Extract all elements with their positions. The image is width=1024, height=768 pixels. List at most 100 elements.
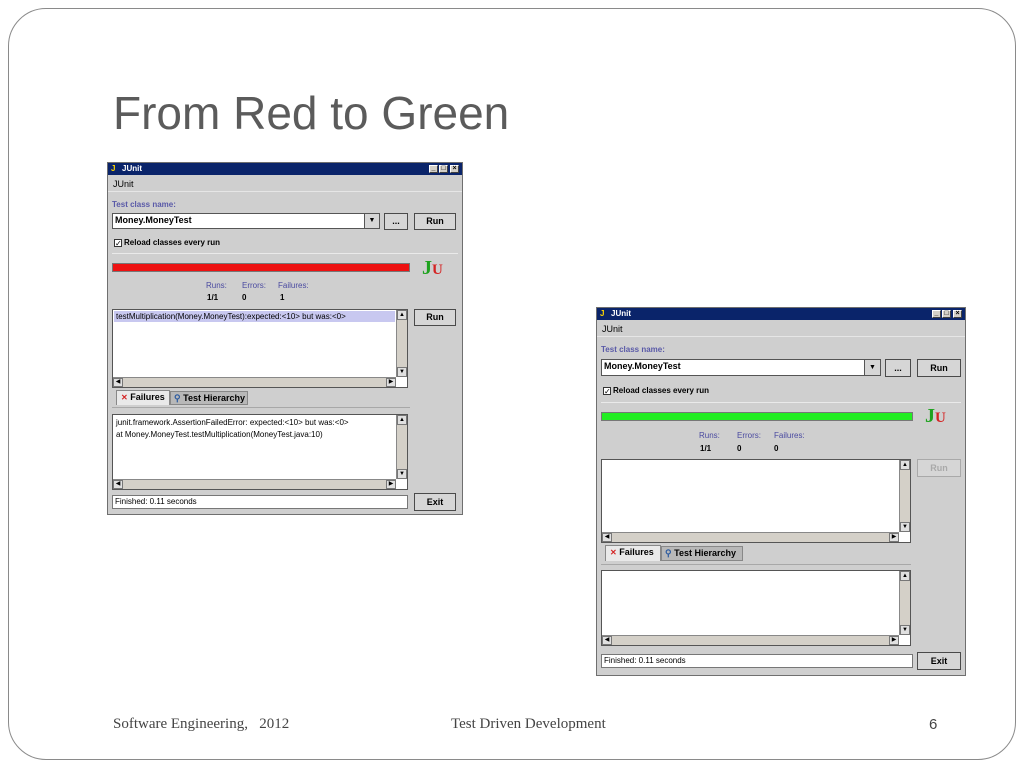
status-bar: Finished: 0.11 seconds: [601, 654, 913, 668]
test-class-value: Money.MoneyTest: [115, 215, 192, 225]
horizontal-scrollbar[interactable]: ◀ ▶: [113, 479, 396, 489]
errors-label: Errors:: [242, 281, 266, 290]
failure-list[interactable]: ▲ ▼ ◀ ▶: [601, 459, 911, 543]
runs-label: Runs:: [699, 431, 720, 440]
scroll-left-icon[interactable]: ◀: [113, 378, 123, 387]
scroll-down-icon[interactable]: ▼: [900, 625, 910, 635]
menu-junit[interactable]: JUnit: [113, 179, 134, 189]
scroll-up-icon[interactable]: ▲: [397, 415, 407, 425]
window-titlebar: J JUnit _ □ ×: [597, 308, 965, 320]
scroll-up-icon[interactable]: ▲: [900, 571, 910, 581]
junit-window-failing: J JUnit _ □ × JUnit Test class name: Mon…: [107, 162, 463, 515]
stack-trace-area[interactable]: ▲ ▼ ◀ ▶: [601, 570, 911, 646]
junit-logo: JU: [422, 257, 443, 279]
tree-icon: ⚲: [174, 393, 181, 403]
separator: [601, 402, 961, 403]
chevron-down-icon[interactable]: ▼: [864, 360, 880, 375]
reload-label: Reload classes every run: [613, 386, 710, 395]
run-selected-button[interactable]: Run: [917, 459, 961, 477]
minimize-icon[interactable]: _: [932, 310, 941, 318]
failure-row[interactable]: testMultiplication(Money.MoneyTest):expe…: [114, 311, 395, 322]
test-class-label: Test class name:: [112, 200, 176, 209]
tab-failures[interactable]: ✕ Failures: [605, 545, 661, 561]
tab-failures[interactable]: ✕ Failures: [116, 390, 170, 405]
slide-title: From Red to Green: [113, 87, 510, 139]
scroll-left-icon[interactable]: ◀: [602, 636, 612, 645]
chevron-down-icon[interactable]: ▼: [364, 214, 379, 228]
vertical-scrollbar[interactable]: ▲ ▼: [396, 415, 407, 479]
scroll-down-icon[interactable]: ▼: [397, 367, 407, 377]
failures-label: Failures:: [278, 281, 309, 290]
reload-checkbox[interactable]: ✓: [114, 239, 122, 248]
footer-course: Software Engineering, 2012: [113, 716, 290, 732]
scroll-left-icon[interactable]: ◀: [602, 533, 612, 542]
tab-separator: [112, 407, 410, 408]
separator: [112, 253, 458, 254]
test-class-input[interactable]: Money.MoneyTest ▼: [112, 213, 380, 229]
junit-logo: JU: [925, 405, 946, 427]
junit-app-icon: J: [111, 164, 116, 173]
scroll-up-icon[interactable]: ▲: [900, 460, 910, 470]
failures-label: Failures:: [774, 431, 805, 440]
tab-test-hierarchy[interactable]: ⚲ Test Hierarchy: [170, 391, 248, 405]
menubar: JUnit: [108, 177, 462, 192]
scroll-right-icon[interactable]: ▶: [386, 378, 396, 387]
test-class-value: Money.MoneyTest: [604, 361, 681, 371]
window-titlebar: J JUnit _ □ ×: [108, 163, 462, 175]
failure-list[interactable]: testMultiplication(Money.MoneyTest):expe…: [112, 309, 408, 388]
scroll-right-icon[interactable]: ▶: [386, 480, 396, 489]
scroll-right-icon[interactable]: ▶: [889, 533, 899, 542]
tree-icon: ⚲: [665, 548, 672, 558]
vertical-scrollbar[interactable]: ▲ ▼: [899, 460, 910, 532]
progress-bar-fail: [112, 263, 410, 272]
errors-value: 0: [242, 293, 247, 302]
errors-label: Errors:: [737, 431, 761, 440]
errors-value: 0: [737, 444, 742, 453]
test-class-label: Test class name:: [601, 345, 665, 354]
page-number: 6: [929, 716, 938, 733]
window-title: JUnit: [122, 164, 142, 173]
close-icon[interactable]: ×: [450, 165, 459, 173]
maximize-icon[interactable]: □: [942, 310, 951, 318]
browse-button[interactable]: ...: [384, 213, 408, 230]
trace-line: at Money.MoneyTest.testMultiplication(Mo…: [116, 430, 323, 439]
horizontal-scrollbar[interactable]: ◀ ▶: [602, 635, 899, 645]
run-button[interactable]: Run: [917, 359, 961, 377]
window-title: JUnit: [611, 309, 631, 318]
maximize-icon[interactable]: □: [439, 165, 448, 173]
footer-topic: Test Driven Development: [451, 716, 606, 732]
trace-line: junit.framework.AssertionFailedError: ex…: [116, 418, 349, 427]
scroll-left-icon[interactable]: ◀: [113, 480, 123, 489]
failure-x-icon: ✕: [610, 548, 617, 557]
reload-label: Reload classes every run: [124, 238, 221, 247]
menubar: JUnit: [597, 322, 965, 337]
scroll-down-icon[interactable]: ▼: [397, 469, 407, 479]
minimize-icon[interactable]: _: [429, 165, 438, 173]
vertical-scrollbar[interactable]: ▲ ▼: [396, 310, 407, 377]
horizontal-scrollbar[interactable]: ◀ ▶: [113, 377, 396, 387]
run-selected-button[interactable]: Run: [414, 309, 456, 326]
tab-separator: [601, 564, 911, 565]
close-icon[interactable]: ×: [953, 310, 962, 318]
failures-value: 0: [774, 444, 779, 453]
status-bar: Finished: 0.11 seconds: [112, 495, 408, 509]
vertical-scrollbar[interactable]: ▲ ▼: [899, 571, 910, 635]
test-class-input[interactable]: Money.MoneyTest ▼: [601, 359, 881, 376]
junit-app-icon: J: [600, 309, 605, 318]
reload-checkbox[interactable]: ✓: [603, 387, 611, 396]
run-button[interactable]: Run: [414, 213, 456, 230]
scroll-up-icon[interactable]: ▲: [397, 310, 407, 320]
menu-junit[interactable]: JUnit: [602, 324, 623, 334]
horizontal-scrollbar[interactable]: ◀ ▶: [602, 532, 899, 542]
exit-button[interactable]: Exit: [414, 493, 456, 511]
scroll-right-icon[interactable]: ▶: [889, 636, 899, 645]
runs-value: 1/1: [700, 444, 712, 453]
browse-button[interactable]: ...: [885, 359, 911, 377]
exit-button[interactable]: Exit: [917, 652, 961, 670]
failure-x-icon: ✕: [121, 393, 128, 402]
tab-test-hierarchy[interactable]: ⚲ Test Hierarchy: [661, 546, 743, 561]
stack-trace-area[interactable]: junit.framework.AssertionFailedError: ex…: [112, 414, 408, 490]
scroll-down-icon[interactable]: ▼: [900, 522, 910, 532]
runs-label: Runs:: [206, 281, 227, 290]
failures-value: 1: [280, 293, 285, 302]
